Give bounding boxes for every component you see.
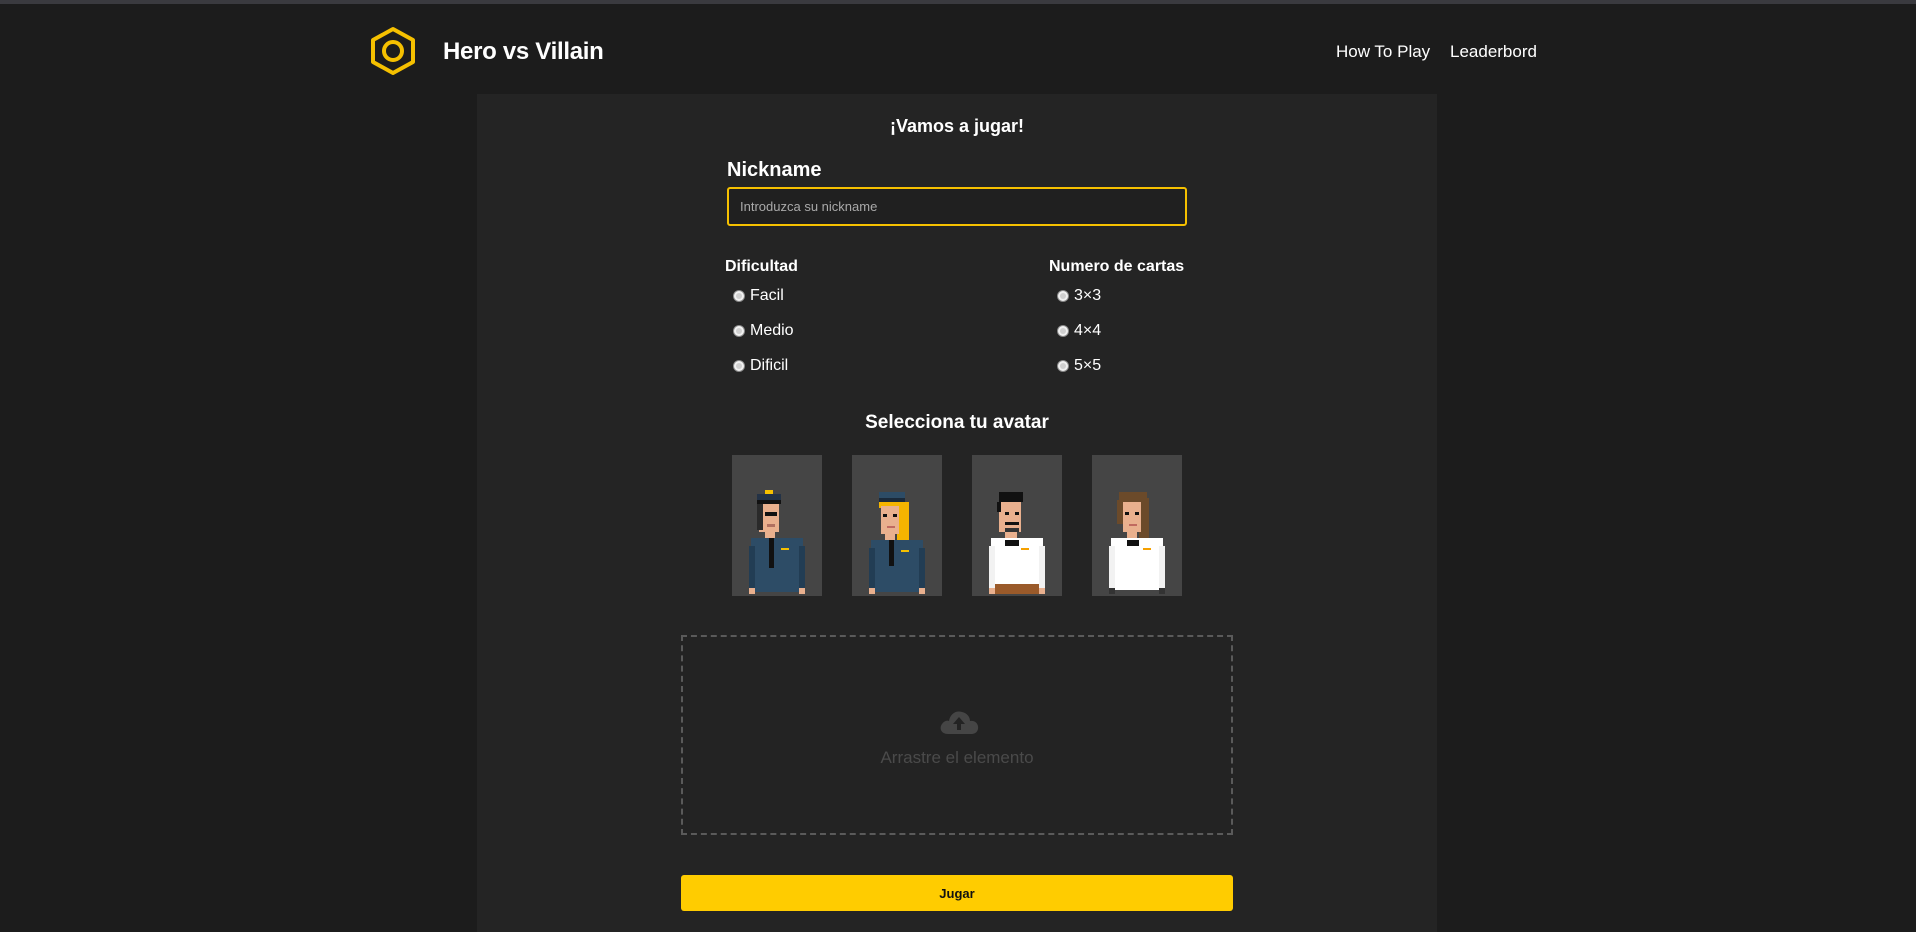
police-man-avatar-image [749, 490, 805, 594]
game-setup-panel: ¡Vamos a jugar! Nickname Dificultad Faci… [477, 94, 1437, 932]
difficulty-title: Dificultad [725, 258, 798, 275]
waiter-man-avatar[interactable] [972, 455, 1062, 596]
nav-leaderboard[interactable]: Leaderbord [1450, 42, 1537, 62]
police-woman-avatar-image [869, 492, 925, 594]
radio-button[interactable] [1057, 325, 1069, 337]
waiter-woman-avatar-image [1109, 492, 1165, 594]
nickname-label: Nickname [727, 159, 822, 181]
police-woman-avatar[interactable] [852, 455, 942, 596]
site-header: Hero vs Villain How To Play Leaderbord [0, 4, 1916, 94]
difficulty-option-medio[interactable]: Medio [733, 322, 794, 340]
radio-label: Facil [750, 287, 784, 304]
hexagon-logo-icon[interactable] [369, 26, 417, 76]
difficulty-option-dificil[interactable]: Dificil [733, 357, 788, 375]
avatar-dropzone[interactable]: Arrastre el elemento [681, 635, 1233, 835]
radio-button[interactable] [1057, 290, 1069, 302]
radio-button[interactable] [733, 325, 745, 337]
radio-label: 3×3 [1074, 287, 1102, 304]
difficulty-option-facil[interactable]: Facil [733, 287, 784, 305]
cards-option-4x4[interactable]: 4×4 [1057, 322, 1101, 340]
cards-option-3x3[interactable]: 3×3 [1057, 287, 1101, 305]
radio-button[interactable] [733, 290, 745, 302]
play-button[interactable]: Jugar [681, 875, 1233, 911]
radio-button[interactable] [1057, 360, 1069, 372]
cards-title: Numero de cartas [1049, 258, 1185, 275]
radio-label: Dificil [750, 357, 789, 374]
radio-label: 5×5 [1074, 357, 1102, 374]
avatar-heading: Selecciona tu avatar [865, 412, 1049, 433]
radio-button[interactable] [733, 360, 745, 372]
nav-how-to-play[interactable]: How To Play [1336, 42, 1430, 62]
site-title: Hero vs Villain [443, 38, 604, 65]
cards-option-5x5[interactable]: 5×5 [1057, 357, 1101, 375]
radio-label: Medio [750, 322, 794, 339]
page-title: ¡Vamos a jugar! [889, 116, 1025, 136]
cloud-upload-icon [940, 711, 979, 734]
waiter-man-avatar-image [989, 492, 1045, 594]
dropzone-text: Arrastre el elemento [880, 748, 1034, 767]
police-man-avatar[interactable] [732, 455, 822, 596]
nickname-input[interactable] [727, 187, 1187, 226]
waiter-woman-avatar[interactable] [1092, 455, 1182, 596]
radio-label: 4×4 [1074, 322, 1102, 339]
